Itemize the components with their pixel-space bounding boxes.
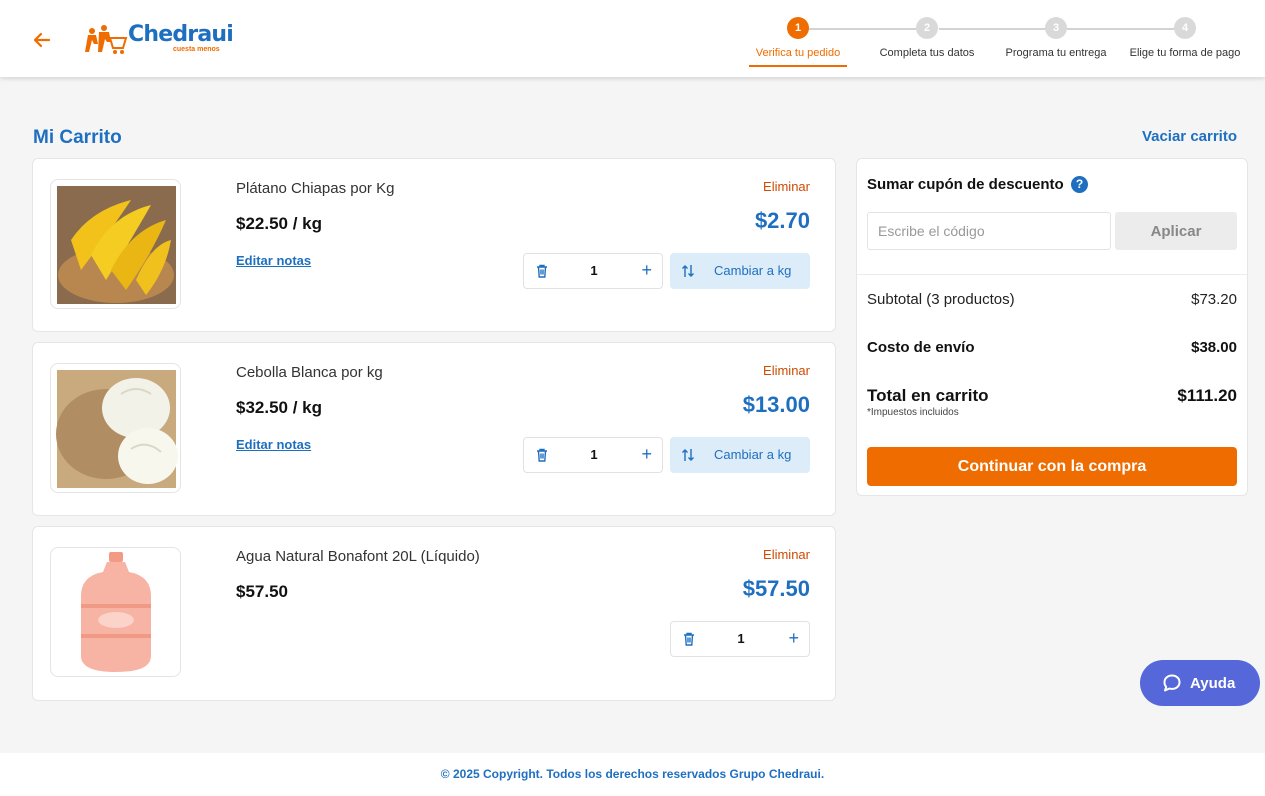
quantity-value[interactable]: 1 <box>574 447 614 462</box>
edit-notes-link[interactable]: Editar notas <box>236 253 311 268</box>
apply-coupon-button[interactable]: Aplicar <box>1115 212 1237 250</box>
product-image-onion[interactable] <box>50 363 181 493</box>
quantity-value[interactable]: 1 <box>574 263 614 278</box>
logo-tagline: cuesta menos <box>173 46 220 53</box>
step-programa[interactable]: 3 Programa tu entrega <box>1000 16 1112 59</box>
order-summary-panel: Sumar cupón de descuento ? Aplicar Subto… <box>856 158 1248 496</box>
product-unit-price: $57.50 <box>236 582 288 601</box>
product-name[interactable]: Agua Natural Bonafont 20L (Líquido) <box>236 548 480 565</box>
switch-to-kg-label: Cambiar a kg <box>714 447 792 462</box>
remove-item-link[interactable]: Eliminar <box>763 179 810 194</box>
summary-divider <box>857 274 1247 275</box>
chat-bubble-icon <box>1163 674 1181 692</box>
continue-purchase-button[interactable]: Continuar con la compra <box>867 447 1237 486</box>
step-label: Verifica tu pedido <box>755 47 841 59</box>
tax-note: *Impuestos incluidos <box>867 407 959 418</box>
step-label: Elige tu forma de pago <box>1129 47 1241 59</box>
quantity-value[interactable]: 1 <box>721 631 761 646</box>
plus-icon[interactable]: + <box>641 259 652 281</box>
edit-notes-link[interactable]: Editar notas <box>236 437 311 452</box>
step-number: 1 <box>787 17 809 39</box>
page-footer: © 2025 Copyright. Todos los derechos res… <box>0 753 1265 796</box>
checkout-stepper: 1 Verifica tu pedido 2 Completa tus dato… <box>740 16 1265 76</box>
subtotal-label: Subtotal (3 productos) <box>867 291 1015 308</box>
trash-icon[interactable] <box>534 263 550 279</box>
remove-item-link[interactable]: Eliminar <box>763 547 810 562</box>
step-elige-pago[interactable]: 4 Elige tu forma de pago <box>1125 16 1245 59</box>
step-label: Completa tus datos <box>879 47 975 59</box>
step-number: 3 <box>1045 17 1067 39</box>
quantity-stepper: 1 + <box>670 621 810 657</box>
step-label: Programa tu entrega <box>1005 47 1107 59</box>
plus-icon[interactable]: + <box>788 627 799 649</box>
swap-icon <box>682 265 694 277</box>
switch-to-kg-button[interactable]: Cambiar a kg <box>670 253 810 289</box>
product-total: $2.70 <box>754 208 810 233</box>
total-label: Total en carrito <box>867 386 989 405</box>
trash-icon[interactable] <box>681 631 697 647</box>
copyright-text: © 2025 Copyright. Todos los derechos res… <box>440 767 825 781</box>
product-image-water-jug[interactable] <box>50 547 181 677</box>
empty-cart-link[interactable]: Vaciar carrito <box>1142 128 1237 145</box>
quantity-stepper: 1 + <box>523 437 663 473</box>
top-header: Chedraui cuesta menos 1 Verifica tu pedi… <box>0 0 1265 77</box>
product-total: $13.00 <box>742 392 810 417</box>
shipping-value: $38.00 <box>1191 339 1237 356</box>
product-image-bananas[interactable] <box>50 179 181 309</box>
remove-item-link[interactable]: Eliminar <box>763 363 810 378</box>
subtotal-value: $73.20 <box>1191 291 1237 308</box>
logo-wordmark: Chedraui <box>128 22 234 47</box>
cart-item: Plátano Chiapas por Kg $22.50 / kg Edita… <box>32 158 836 332</box>
product-name[interactable]: Cebolla Blanca por kg <box>236 364 383 381</box>
product-total: $57.50 <box>742 576 810 601</box>
step-verifica[interactable]: 1 Verifica tu pedido <box>742 16 854 59</box>
shipping-label: Costo de envío <box>867 339 975 356</box>
quantity-stepper: 1 + <box>523 253 663 289</box>
cart-item: Agua Natural Bonafont 20L (Líquido) $57.… <box>32 526 836 701</box>
total-value: $111.20 <box>1177 386 1237 405</box>
active-step-underline <box>749 65 847 67</box>
question-icon[interactable]: ? <box>1071 176 1088 193</box>
plus-icon[interactable]: + <box>641 443 652 465</box>
step-completa[interactable]: 2 Completa tus datos <box>871 16 983 59</box>
help-chat-button[interactable]: Ayuda <box>1140 660 1260 706</box>
switch-to-kg-button[interactable]: Cambiar a kg <box>670 437 810 473</box>
trash-icon[interactable] <box>534 447 550 463</box>
step-number: 4 <box>1174 17 1196 39</box>
coupon-title: Sumar cupón de descuento <box>867 176 1064 193</box>
help-label: Ayuda <box>1190 675 1236 692</box>
page-title: Mi Carrito <box>33 127 122 148</box>
back-arrow-icon[interactable] <box>30 28 54 52</box>
cart-item: Cebolla Blanca por kg $32.50 / kg Editar… <box>32 342 836 516</box>
product-unit-price: $32.50 / kg <box>236 398 323 417</box>
product-name[interactable]: Plátano Chiapas por Kg <box>236 180 394 197</box>
logo-figures-icon <box>85 25 128 54</box>
switch-to-kg-label: Cambiar a kg <box>714 263 792 278</box>
chedraui-logo[interactable]: Chedraui cuesta menos <box>84 22 234 56</box>
step-number: 2 <box>916 17 938 39</box>
coupon-code-input[interactable] <box>867 212 1111 250</box>
swap-icon <box>682 449 694 461</box>
product-unit-price: $22.50 / kg <box>236 214 323 233</box>
